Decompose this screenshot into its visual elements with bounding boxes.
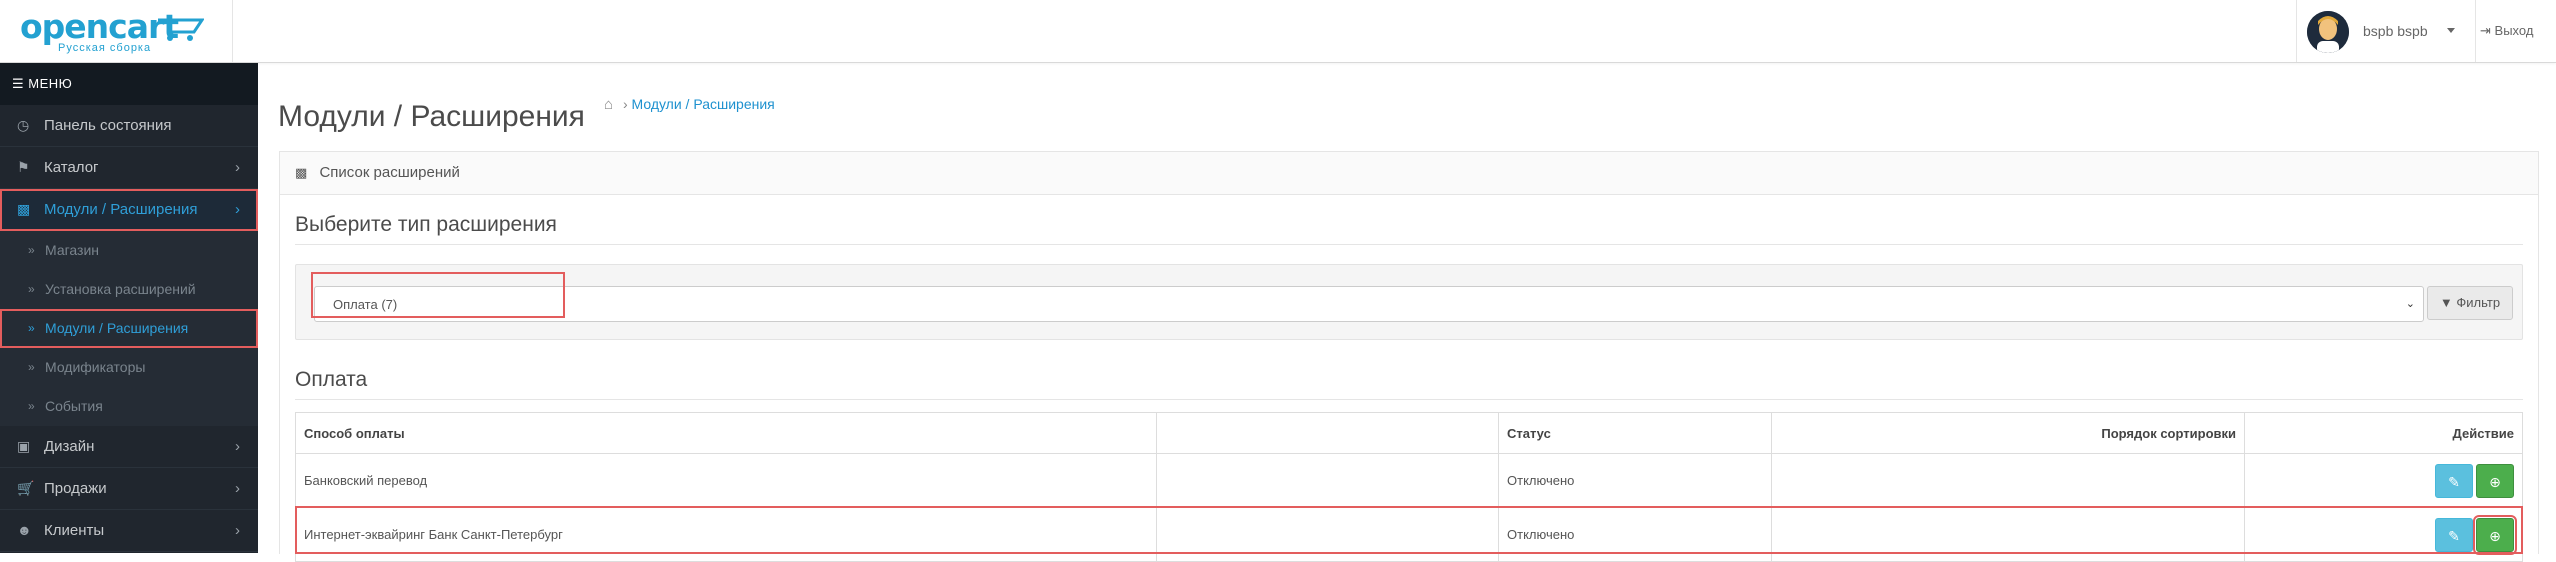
sidebar-subitem-installer[interactable]: » Установка расширений <box>0 270 258 309</box>
sidebar-item-catalog[interactable]: ⚑ Каталог › <box>0 147 258 189</box>
filter-button[interactable]: ▼ Фильтр <box>2427 286 2513 320</box>
sidebar-item-label: Каталог <box>44 159 99 176</box>
panel-heading: ▩ Список расширений <box>280 152 2538 195</box>
filter-icon: ▼ <box>2439 295 2453 310</box>
tags-icon: ⚑ <box>17 159 30 175</box>
select-highlight-box <box>311 272 565 318</box>
cart-icon: 🛒 <box>17 480 35 496</box>
page-title: Модули / Расширения <box>278 100 585 134</box>
cart-logo-icon <box>158 18 204 41</box>
column-header-action: Действие <box>2244 412 2523 454</box>
edit-button[interactable]: ✎ <box>2435 517 2473 552</box>
sidebar-item-label: Продажи <box>44 480 107 497</box>
chevron-down-icon: ⌄ <box>2405 298 2415 310</box>
row-status: Отключено <box>1498 507 1772 562</box>
sidebar-item-label: Панель состояния <box>44 117 172 134</box>
panel-heading-label: Список расширений <box>319 164 460 181</box>
sign-out-icon: ⇥ <box>2480 23 2491 38</box>
sidebar-subitem-modifications[interactable]: » Модификаторы <box>0 348 258 387</box>
sidebar-subitem-label: События <box>45 398 103 414</box>
row-extra <box>1156 507 1499 562</box>
column-header-extra <box>1156 412 1499 454</box>
menu-label: МЕНЮ <box>28 76 73 91</box>
bars-icon: ☰ <box>12 76 25 91</box>
row-sort-order <box>1771 507 2245 562</box>
user-menu[interactable]: bspb bspb <box>2296 0 2476 62</box>
install-button[interactable]: ⊕ <box>2476 463 2514 498</box>
logo-text: opencart <box>20 7 179 46</box>
sidebar-item-label: Дизайн <box>44 438 95 455</box>
payments-table: Способ оплаты Статус Порядок сортировки … <box>295 412 2523 562</box>
logout-label: Выход <box>2494 23 2534 38</box>
sidebar-item-design[interactable]: ▣ Дизайн › <box>0 426 258 468</box>
menu-toggle[interactable]: ☰ МЕНЮ <box>0 63 258 105</box>
divider <box>295 399 2523 400</box>
dashboard-icon: ◷ <box>17 117 30 133</box>
sidebar-subitem-label: Магазин <box>45 242 100 258</box>
sidebar-item-customers[interactable]: ☻ Клиенты › <box>0 510 258 552</box>
user-icon: ☻ <box>17 522 32 538</box>
user-name: bspb bspb <box>2363 23 2428 39</box>
chevron-right-icon: › <box>235 159 240 176</box>
caret-down-icon <box>2447 28 2455 33</box>
row-actions: ✎ ⊕ <box>2244 507 2523 562</box>
logo-subtitle: Русская сборка <box>58 42 152 54</box>
chevron-right-icon: › <box>235 201 240 218</box>
sidebar-item-sales[interactable]: 🛒 Продажи › <box>0 468 258 510</box>
angle-double-right-icon: » <box>28 399 35 413</box>
sidebar-subitem-label: Модули / Расширения <box>45 320 189 336</box>
chevron-right-icon: › <box>235 438 240 455</box>
home-icon[interactable]: ⌂ <box>604 96 613 113</box>
sidebar-subitem-events[interactable]: » События <box>0 387 258 426</box>
section-title: Оплата <box>295 368 368 391</box>
table-row: Интернет-эквайринг Банк Санкт-Петербург … <box>295 507 2523 562</box>
angle-double-right-icon: » <box>28 360 35 374</box>
choose-type-title: Выберите тип расширения <box>295 213 557 236</box>
puzzle-icon: ▩ <box>17 201 31 217</box>
logo[interactable]: opencart Русская сборка <box>0 0 233 62</box>
angle-double-right-icon: » <box>28 243 35 257</box>
breadcrumb-separator: › <box>622 96 628 112</box>
breadcrumb: ⌂ › Модули / Расширения <box>604 96 775 113</box>
column-header-status: Статус <box>1498 412 1772 454</box>
sidebar: ☰ МЕНЮ ◷ Панель состояния ⚑ Каталог › ▩ … <box>0 63 258 553</box>
column-header-method: Способ оплаты <box>295 412 1157 454</box>
row-sort-order <box>1771 453 2245 508</box>
row-actions: ✎ ⊕ <box>2244 453 2523 508</box>
extension-type-select[interactable]: Оплата (7) ⌄ <box>314 286 2424 322</box>
install-button[interactable]: ⊕ <box>2473 514 2517 555</box>
avatar-image-icon <box>2307 11 2349 53</box>
sidebar-subitem-marketplace[interactable]: » Магазин <box>0 231 258 270</box>
edit-button[interactable]: ✎ <box>2435 463 2473 498</box>
table-header-row: Способ оплаты Статус Порядок сортировки … <box>295 412 2523 454</box>
breadcrumb-link[interactable]: Модули / Расширения <box>632 96 775 112</box>
filter-well: Оплата (7) ⌄ ▼ Фильтр <box>295 264 2523 340</box>
row-method-name: Интернет-эквайринг Банк Санкт-Петербург <box>295 507 1157 562</box>
desktop-icon: ▣ <box>17 438 31 454</box>
sidebar-item-extensions[interactable]: ▩ Модули / Расширения › <box>0 189 258 231</box>
sidebar-subitem-label: Модификаторы <box>45 359 146 375</box>
row-status: Отключено <box>1498 453 1772 508</box>
divider <box>295 244 2523 245</box>
sidebar-item-dashboard[interactable]: ◷ Панель состояния <box>0 105 258 147</box>
row-method-name: Банковский перевод <box>295 453 1157 508</box>
sidebar-item-label: Модули / Расширения <box>44 201 198 218</box>
filter-label: Фильтр <box>2456 295 2501 310</box>
column-header-sort-order: Порядок сортировки <box>1771 412 2245 454</box>
avatar <box>2307 11 2349 53</box>
row-extra <box>1156 453 1499 508</box>
puzzle-icon: ▩ <box>295 165 308 180</box>
table-row: Банковский перевод Отключено ✎ ⊕ <box>295 453 2523 508</box>
angle-double-right-icon: » <box>28 321 35 335</box>
chevron-right-icon: › <box>235 480 240 497</box>
sidebar-item-label: Клиенты <box>44 522 105 539</box>
sidebar-subitem-label: Установка расширений <box>45 281 196 297</box>
top-header: opencart Русская сборка bspb bspb ⇥ Выхо… <box>0 0 2556 63</box>
extensions-panel: ▩ Список расширений Выберите тип расшире… <box>279 151 2539 562</box>
angle-double-right-icon: » <box>28 282 35 296</box>
chevron-right-icon: › <box>235 522 240 539</box>
sidebar-subitem-extensions[interactable]: » Модули / Расширения <box>0 309 258 348</box>
logout-link[interactable]: ⇥ Выход <box>2480 23 2533 39</box>
